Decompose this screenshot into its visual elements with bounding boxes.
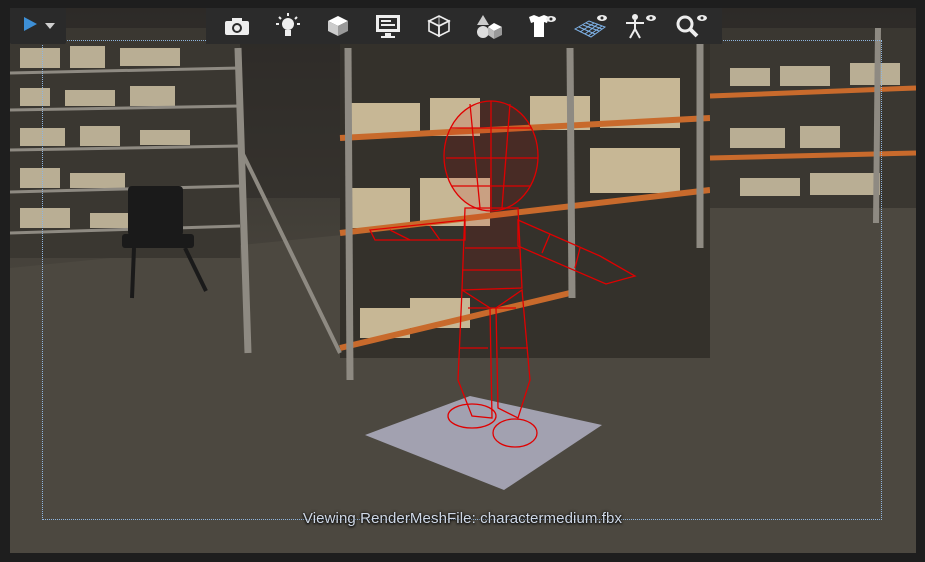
- skeleton-visibility-icon: [623, 13, 657, 39]
- camera-icon: [224, 16, 250, 36]
- display-button[interactable]: [368, 10, 408, 42]
- wireframe-cube-icon: [426, 14, 451, 38]
- zoom-visibility-button[interactable]: [671, 10, 711, 42]
- primitives-button[interactable]: [469, 10, 509, 42]
- wireframe-view-button[interactable]: [419, 10, 459, 42]
- solid-view-button[interactable]: [318, 10, 358, 42]
- zoom-visibility-icon: [674, 13, 708, 39]
- shapes-icon: [475, 13, 503, 39]
- play-menu-button[interactable]: [10, 8, 66, 44]
- camera-button[interactable]: [217, 10, 257, 42]
- cube-solid-icon: [326, 14, 350, 38]
- viewport-status-text: Viewing RenderMeshFile: charactermedium.…: [302, 510, 623, 527]
- skeleton-visibility-button[interactable]: [620, 10, 660, 42]
- warehouse-scene: [10, 8, 916, 553]
- monitor-icon: [375, 14, 401, 38]
- grid-visibility-button[interactable]: [570, 10, 610, 42]
- chevron-down-icon: [45, 17, 55, 35]
- app-frame: Viewing RenderMeshFile: charactermedium.…: [0, 0, 925, 562]
- grid-visibility-icon: [571, 13, 609, 39]
- lighting-button[interactable]: [268, 10, 308, 42]
- clothing-visibility-button[interactable]: [520, 10, 560, 42]
- play-icon: [21, 15, 39, 38]
- left-shelving: [10, 28, 241, 258]
- light-bulb-icon: [275, 13, 300, 39]
- shirt-visibility-icon: [523, 13, 557, 39]
- 3d-viewport[interactable]: [10, 8, 916, 553]
- viewport-toolbar: [206, 8, 722, 44]
- right-shelving: [709, 27, 916, 224]
